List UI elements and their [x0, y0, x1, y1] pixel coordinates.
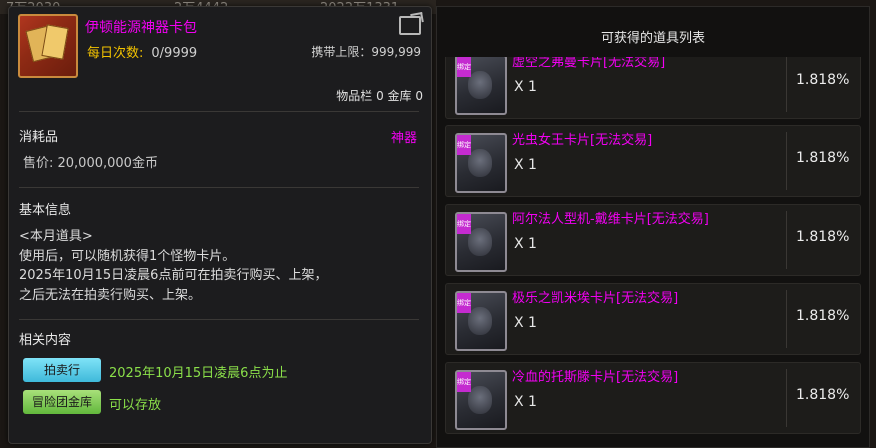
item-quantity: X 1 [514, 394, 537, 410]
daily-uses: 每日次数: 0/9999 [87, 42, 197, 61]
divider [786, 211, 787, 269]
item-quantity: X 1 [514, 79, 537, 95]
divider [786, 290, 787, 348]
list-item[interactable]: 绑定 虚空之弗曼卡片[无法交易] X 1 1.818% [445, 57, 861, 119]
divider [786, 369, 787, 427]
rarity-tag: 神器 [390, 131, 417, 146]
item-category: 消耗品 [19, 130, 59, 145]
description-line: <本月道具> [19, 229, 93, 244]
item-tooltip: 伊顿能源神器卡包 每日次数: 0/9999 携带上限：999,999 物品栏 0 … [8, 6, 432, 444]
divider [786, 57, 787, 112]
sell-price: 售价: 20,000,000金币 [23, 156, 158, 171]
items-list[interactable]: 绑定 虚空之弗曼卡片[无法交易] X 1 1.818% 绑定 光虫女王卡片[无法… [437, 57, 869, 447]
description-line: 之后无法在拍卖行购买、上架。 [19, 287, 202, 303]
obtainable-items-panel: 可获得的道具列表 绑定 虚空之弗曼卡片[无法交易] X 1 1.818% 绑定 … [436, 6, 870, 448]
monster-card-icon: 绑定 [455, 370, 507, 430]
item-name: 极乐之凯米埃卡片[无法交易] [512, 291, 679, 306]
related-title: 相关内容 [19, 333, 72, 348]
item-name: 光虫女王卡片[无法交易] [512, 133, 653, 148]
item-name: 伊顿能源神器卡包 [85, 20, 197, 36]
bound-badge: 绑定 [457, 135, 471, 155]
share-icon[interactable] [399, 16, 421, 35]
divider [19, 319, 419, 320]
list-item[interactable]: 绑定 光虫女王卡片[无法交易] X 1 1.818% [445, 125, 861, 197]
monster-card-icon: 绑定 [455, 133, 507, 193]
divider [19, 187, 419, 188]
card-pack-icon [18, 14, 78, 78]
vault-button[interactable]: 冒险团金库 [23, 390, 101, 414]
drop-rate: 1.818% [796, 229, 850, 245]
daily-uses-value: 0/9999 [151, 46, 198, 61]
bound-badge: 绑定 [457, 214, 471, 234]
divider [786, 132, 787, 190]
auction-note: 2025年10月15日凌晨6点为止 [109, 366, 288, 381]
drop-rate: 1.818% [796, 150, 850, 166]
item-description: <本月道具> 使用后，可以随机获得1个怪物卡片。 2025年10月15日凌晨6点… [19, 227, 327, 305]
item-quantity: X 1 [514, 236, 537, 252]
bound-badge: 绑定 [457, 372, 471, 392]
vault-note: 可以存放 [109, 398, 162, 413]
item-name: 冷血的托斯滕卡片[无法交易] [512, 370, 679, 385]
daily-uses-label: 每日次数: [87, 46, 144, 61]
monster-card-icon: 绑定 [455, 291, 507, 351]
monster-card-icon: 绑定 [455, 212, 507, 272]
list-item[interactable]: 绑定 冷血的托斯滕卡片[无法交易] X 1 1.818% [445, 362, 861, 434]
description-line: 2025年10月15日凌晨6点前可在拍卖行购买、上架， [19, 268, 328, 283]
divider [19, 111, 419, 112]
item-name: 阿尔法人型机-戴维卡片[无法交易] [512, 212, 709, 227]
monster-card-icon: 绑定 [455, 57, 507, 115]
list-item[interactable]: 绑定 极乐之凯米埃卡片[无法交易] X 1 1.818% [445, 283, 861, 355]
drop-rate: 1.818% [796, 387, 850, 403]
item-name: 虚空之弗曼卡片[无法交易] [512, 57, 666, 70]
description-line: 使用后，可以随机获得1个怪物卡片。 [19, 248, 236, 264]
carry-limit: 携带上限：999,999 [311, 45, 421, 59]
list-title: 可获得的道具列表 [600, 31, 705, 46]
bound-badge: 绑定 [457, 293, 471, 313]
storage-count: 物品栏 0 金库 0 [336, 89, 423, 103]
basic-info-title: 基本信息 [19, 203, 72, 218]
drop-rate: 1.818% [796, 72, 850, 88]
item-quantity: X 1 [514, 315, 537, 331]
drop-rate: 1.818% [796, 308, 850, 324]
list-item[interactable]: 绑定 阿尔法人型机-戴维卡片[无法交易] X 1 1.818% [445, 204, 861, 276]
item-quantity: X 1 [514, 157, 537, 173]
auction-button[interactable]: 拍卖行 [23, 358, 101, 382]
bound-badge: 绑定 [457, 57, 471, 77]
